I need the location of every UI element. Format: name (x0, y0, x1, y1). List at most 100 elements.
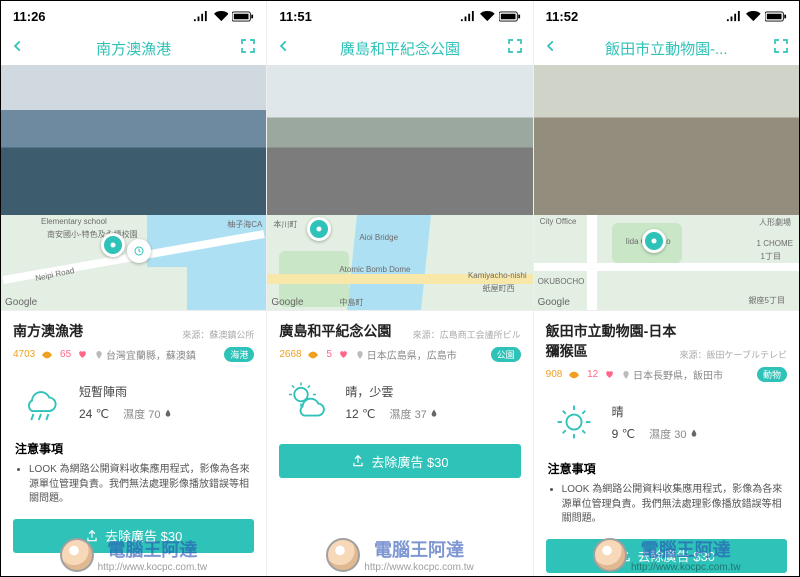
note-item: LOOK 為網路公開資料收集應用程式，影像為各來源單位管理負責。我們無法處理影像… (29, 463, 252, 507)
map-label: 柚子海CA (227, 219, 262, 230)
share-icon (85, 529, 99, 543)
category-badge: 動物 (757, 367, 787, 382)
notes-heading: 注意事項 (15, 440, 252, 457)
map-pin[interactable] (101, 233, 125, 257)
map-pin-secondary[interactable] (127, 239, 151, 263)
eye-icon (308, 351, 318, 359)
source-label: 來源：飯田ケーブルテレビ (680, 348, 787, 361)
wifi-icon (480, 11, 495, 22)
system-icons (726, 11, 787, 22)
heart-icon (605, 370, 614, 379)
map-label: 南安國小-特色及永續校園 (47, 229, 138, 240)
like-count: 65 (60, 349, 87, 360)
droplet-icon (164, 408, 172, 418)
camera-image[interactable] (267, 65, 532, 215)
eye-icon (42, 351, 52, 359)
temperature: 12 ℃ (345, 407, 375, 421)
pin-icon (95, 350, 103, 360)
map-pin[interactable] (642, 229, 666, 253)
nav-bar: 南方澳漁港 (1, 31, 266, 65)
status-bar: 11:52 (534, 1, 799, 31)
battery-icon (765, 11, 787, 22)
map-view[interactable]: Elementary school 南安國小-特色及永續校園 Neipi Roa… (1, 215, 266, 311)
view-count: 2668 (279, 349, 318, 360)
chevron-left-icon (11, 39, 25, 53)
map-label: 本川町 (273, 219, 297, 230)
clock: 11:51 (279, 9, 312, 24)
map-credit: Google (271, 297, 303, 308)
heart-icon (339, 350, 348, 359)
nav-bar: 飯田市立動物園-... (534, 31, 799, 65)
status-bar: 11:51 (267, 1, 532, 31)
page-title: 南方澳漁港 (35, 38, 232, 59)
camera-pin-icon (107, 239, 119, 251)
status-bar: 11:26 (1, 1, 266, 31)
location-text: 台灣宜蘭縣，蘇澳鎮 (95, 347, 216, 362)
cellular-icon (193, 11, 210, 22)
battery-icon (232, 11, 254, 22)
humidity: 濕度 37 (390, 406, 438, 422)
map-pin[interactable] (307, 217, 331, 241)
page-title: 飯田市立動物園-... (568, 38, 765, 59)
share-icon (618, 549, 632, 563)
back-button[interactable] (277, 39, 301, 58)
note-item: LOOK 為網路公開資料收集應用程式，影像為各來源單位管理負責。我們無法處理影像… (562, 483, 785, 527)
map-credit: Google (5, 297, 37, 308)
weather-sunny-icon (550, 398, 598, 446)
fullscreen-button[interactable] (765, 38, 789, 59)
humidity: 濕度 70 (123, 406, 171, 422)
chevron-left-icon (277, 39, 291, 53)
droplet-icon (430, 408, 438, 418)
remove-ads-button[interactable]: 去除廣告 $30 (13, 519, 254, 553)
map-label: 人形劇場 (759, 217, 791, 228)
source-label: 來源：蘇澳鎮公所 (182, 328, 254, 341)
back-button[interactable] (11, 39, 35, 58)
map-view[interactable]: 本川町 Aioi Bridge Atomic Bomb Dome Kamiyac… (267, 215, 532, 311)
map-label: Aioi Bridge (359, 233, 398, 242)
map-view[interactable]: City Office 人形劇場 Iida City Zoo 1 CHOME 1… (534, 215, 799, 311)
view-count: 908 (546, 369, 579, 380)
location-name: 廣島和平紀念公園 (279, 321, 412, 341)
location-name: 南方澳漁港 (13, 321, 182, 341)
map-label: 1丁目 (761, 251, 781, 262)
remove-ads-button[interactable]: 去除廣告 $30 (279, 444, 520, 478)
eye-icon (569, 371, 579, 379)
weather-block: 晴，少雲 12 ℃ 濕度 37 (267, 368, 532, 436)
camera-pin-icon (313, 223, 325, 235)
map-label: 紙屋町西 (483, 283, 515, 294)
system-icons (460, 11, 521, 22)
pin-icon (622, 370, 630, 380)
weather-block: 短暫陣雨 24 ℃ 濕度 70 (1, 368, 266, 436)
weather-desc: 短暫陣雨 (79, 383, 250, 400)
like-count: 5 (326, 349, 347, 360)
weather-desc: 晴 (612, 403, 783, 420)
cellular-icon (460, 11, 477, 22)
cellular-icon (726, 11, 743, 22)
camera-image[interactable] (534, 65, 799, 215)
temperature: 9 ℃ (612, 427, 635, 441)
system-icons (193, 11, 254, 22)
map-label: Atomic Bomb Dome (339, 265, 410, 274)
map-label: 中島町 (339, 297, 363, 308)
fullscreen-button[interactable] (499, 38, 523, 59)
map-label: 1 CHOME (757, 239, 793, 248)
weather-rain-icon (17, 378, 65, 426)
fullscreen-button[interactable] (232, 38, 256, 59)
map-credit: Google (538, 297, 570, 308)
chevron-left-icon (544, 39, 558, 53)
nav-bar: 廣島和平紀念公園 (267, 31, 532, 65)
clock: 11:26 (13, 9, 46, 24)
camera-image[interactable] (1, 65, 266, 215)
clock: 11:52 (546, 9, 579, 24)
expand-icon (240, 38, 256, 54)
info-block: 廣島和平紀念公園 來源：広島商工会議所ビル 2668 5 日本広島県，広島市 公… (267, 311, 532, 368)
weather-partly-cloudy-icon (283, 378, 331, 426)
screen-1: 11:26 南方澳漁港 Elementary school 南安國小-特色及永續… (1, 1, 267, 576)
category-badge: 公園 (491, 347, 521, 362)
wifi-icon (214, 11, 229, 22)
temperature: 24 ℃ (79, 407, 109, 421)
humidity: 濕度 30 (649, 426, 697, 442)
screen-2: 11:51 廣島和平紀念公園 本川町 Aioi Bridge Atomi (267, 1, 533, 576)
remove-ads-button[interactable]: 去除廣告 $30 (546, 539, 787, 573)
back-button[interactable] (544, 39, 568, 58)
